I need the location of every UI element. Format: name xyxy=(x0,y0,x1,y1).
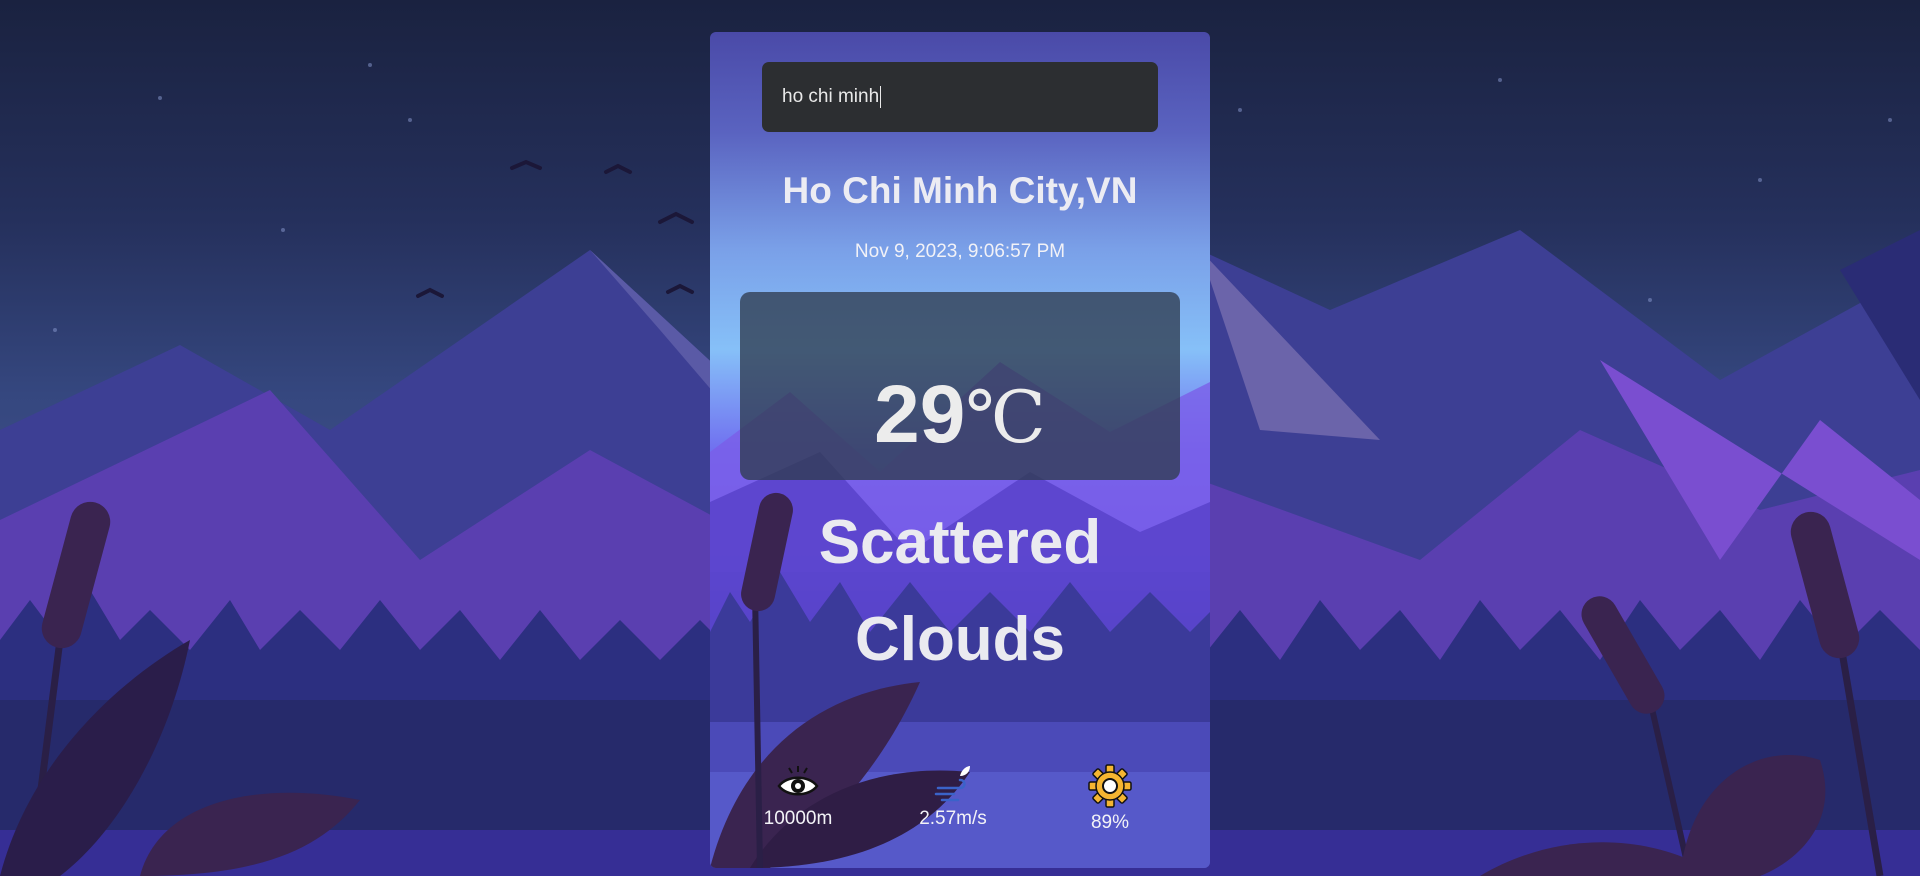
gear-icon xyxy=(1088,764,1132,808)
date-time: Nov 9, 2023, 9:06:57 PM xyxy=(854,241,1066,262)
wind-value: 2.57m/s xyxy=(919,808,987,829)
wind-stat: 2.57m/s xyxy=(893,764,1013,830)
weather-card: ho chi minh Ho Chi Minh City,VN Nov 9, 2… xyxy=(710,32,1210,868)
weather-description: Scattered Clouds xyxy=(818,508,1102,674)
visibility-stat: 10000m xyxy=(738,764,858,830)
wind-icon xyxy=(934,766,970,802)
temperature-value: 29 xyxy=(874,369,966,460)
temperature-display: 29℃ xyxy=(740,374,1180,456)
temperature-unit: ℃ xyxy=(965,375,1046,459)
search-input[interactable]: ho chi minh xyxy=(762,62,1158,132)
city-name: Ho Chi Minh City,VN xyxy=(782,170,1138,211)
humidity-value: 89% xyxy=(1090,812,1130,833)
eye-icon xyxy=(777,766,819,796)
humidity-stat: 89% xyxy=(1050,764,1170,834)
search-input-value: ho chi minh xyxy=(782,86,880,107)
text-caret xyxy=(880,86,882,108)
temperature-panel: 29℃ xyxy=(740,292,1180,480)
visibility-value: 10000m xyxy=(763,808,833,829)
